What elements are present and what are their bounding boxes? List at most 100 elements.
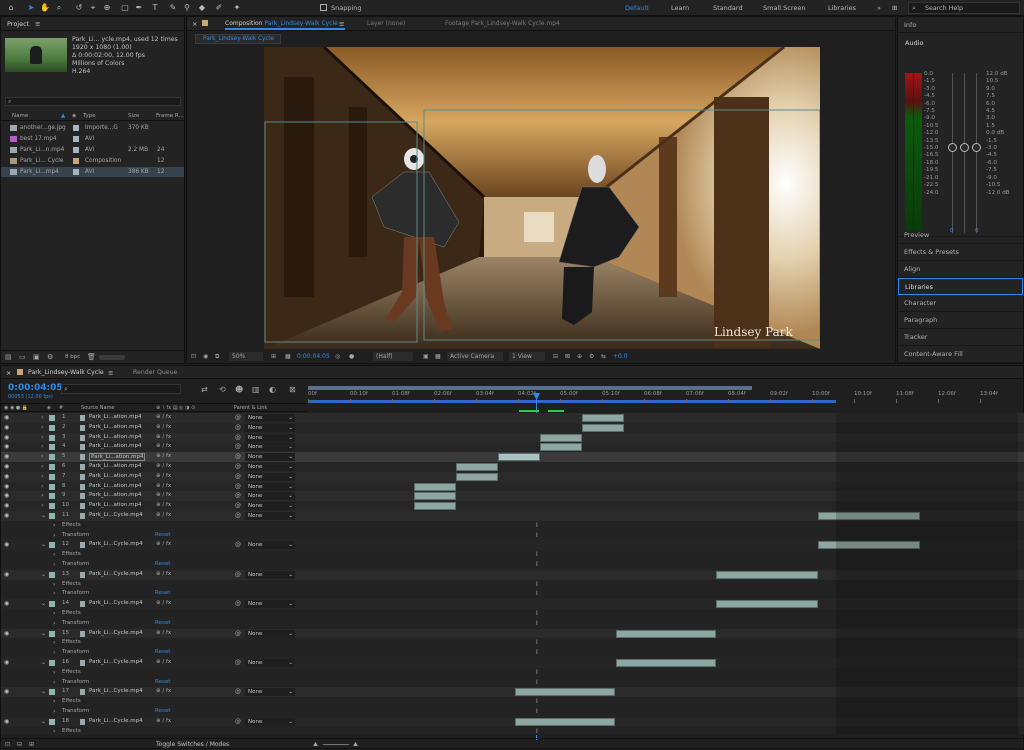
project-item[interactable]: Park_Li...n.mp4 AVI 2.2 MB 24 [1, 145, 184, 155]
layer-property-row[interactable]: › Transform Reset I [1, 648, 1024, 658]
layer-row[interactable]: ◉ › 3 Park_Li...ation.mp4 ⊕ ∕ fx @ None ⌄ [1, 432, 1024, 443]
layer-duration-bar[interactable] [582, 414, 624, 422]
help-search-input[interactable]: ⌕ Search Help [908, 2, 1020, 14]
project-item[interactable]: Park_Li... Cycle Composition 12 [1, 156, 184, 166]
fast-previews-icon[interactable]: ▣ [423, 350, 429, 363]
layer-label-color[interactable] [49, 689, 55, 696]
parent-dropdown[interactable]: None ⌄ [245, 502, 295, 511]
timeline-menu-icon[interactable]: ≡ [108, 369, 113, 377]
layer-row[interactable]: ◉ ⌄ 17 Park_Li...Cycle.mp4 ⊕ ∕ fx @ None ⌄ [1, 687, 1024, 698]
layer-duration-bar[interactable] [716, 600, 818, 609]
layer-label-color[interactable] [49, 513, 55, 519]
layer-name[interactable]: Park_Li...ation.mp4 [89, 453, 146, 462]
transparency-grid-icon[interactable]: ▦ [285, 350, 291, 363]
expand-arrow-icon[interactable]: › [41, 453, 43, 460]
draft-3d-toggle-icon[interactable]: ⟲ [219, 385, 226, 394]
layer-switches-icons[interactable]: ⊕ ∕ fx [156, 571, 171, 577]
visibility-eye-icon[interactable]: ◉ [4, 414, 9, 421]
brush-tool-icon[interactable]: ✎ [168, 2, 178, 13]
layer-name[interactable]: Park_Li...Cycle.mp4 [89, 688, 143, 694]
panel-item-preview[interactable]: Preview [898, 227, 1023, 244]
project-settings-icon[interactable]: ⚙ [47, 353, 53, 361]
expand-arrow-icon[interactable]: › [41, 414, 43, 421]
parent-dropdown[interactable]: None ⌄ [245, 717, 295, 726]
visibility-eye-icon[interactable]: ◉ [4, 483, 9, 490]
expand-arrow-icon[interactable]: › [41, 463, 43, 470]
volume-knob-left[interactable] [948, 143, 957, 152]
layer-property-row[interactable]: › Transform Reset I [1, 589, 1024, 600]
layer-name[interactable]: Park_Li...Cycle.mp4 [89, 541, 143, 547]
visibility-eye-icon[interactable]: ◉ [4, 424, 9, 431]
motion-blur-toggle-icon[interactable]: ◐ [269, 385, 276, 394]
layer-switches-icons[interactable]: ⊕ ∕ fx [156, 463, 171, 469]
visibility-eye-icon[interactable]: ◉ [4, 502, 9, 509]
layer-duration-bar[interactable] [414, 502, 456, 511]
more-workspaces-icon[interactable]: » [877, 4, 881, 12]
layer-name[interactable]: Park_Li...ation.mp4 [89, 434, 141, 440]
expand-arrow-icon[interactable]: › [53, 679, 55, 686]
layer-property-row[interactable]: › Effects I [1, 579, 1024, 590]
parent-dropdown[interactable]: None ⌄ [245, 414, 295, 422]
rotate-tool-icon[interactable]: ↺ [74, 2, 84, 13]
project-item[interactable]: Park_Li...mp4 AVI 386 KB 12 [1, 167, 184, 177]
layer-switches-icons[interactable]: ⊕ ∕ fx [156, 424, 171, 430]
timeline-search-input[interactable]: ⌕ [61, 384, 181, 394]
parent-dropdown[interactable]: None ⌄ [245, 629, 295, 638]
layer-duration-bar[interactable] [540, 433, 582, 442]
parent-dropdown[interactable]: None ⌄ [245, 433, 295, 442]
visibility-eye-icon[interactable]: ◉ [4, 453, 9, 460]
layer-row[interactable]: ◉ › 6 Park_Li...ation.mp4 ⊕ ∕ fx @ None ⌄ [1, 462, 1024, 472]
parent-pickwhip-icon[interactable]: @ [235, 424, 241, 431]
puppet-tool-icon[interactable]: ✦ [232, 2, 242, 13]
toggle-grid-icon[interactable]: ▦ [435, 350, 441, 363]
expand-arrow-icon[interactable]: ⌄ [41, 718, 46, 725]
parent-pickwhip-icon[interactable]: @ [235, 414, 241, 421]
bit-depth-label[interactable]: 8 bpc [65, 354, 80, 360]
shy-layers-icon[interactable]: ☻ [235, 385, 243, 394]
workspace-default[interactable]: Default [625, 4, 649, 12]
layer-row[interactable]: ◉ ⌄ 16 Park_Li...Cycle.mp4 ⊕ ∕ fx @ None ⌄ [1, 658, 1024, 668]
layer-name[interactable]: Park_Li...Cycle.mp4 [89, 512, 143, 518]
transform-reset-link[interactable]: Reset [155, 532, 170, 538]
transform-reset-link[interactable]: Reset [155, 561, 170, 567]
layer-label-color[interactable] [49, 424, 55, 431]
workspace-small-screen[interactable]: Small Screen [763, 4, 805, 12]
expand-transfer-controls-icon[interactable]: ⊟ [17, 739, 22, 750]
timeline-zoom-slider[interactable] [323, 744, 349, 745]
parent-dropdown[interactable]: None ⌄ [245, 423, 295, 432]
layer-duration-bar[interactable] [582, 423, 624, 432]
frame-blending-icon[interactable]: ▥ [252, 385, 260, 394]
layer-property-row[interactable]: › Effects I [1, 667, 1024, 678]
layer-property-row[interactable]: › Effects I [1, 520, 1024, 531]
layer-property-row[interactable]: › Effects I [1, 609, 1024, 619]
parent-dropdown[interactable]: None ⌄ [245, 570, 295, 579]
draft-3d-icon[interactable]: ⊠ [565, 350, 570, 363]
layer-row[interactable]: ◉ › 1 Park_Li...ation.mp4 ⊕ ∕ fx @ None ⌄ [1, 413, 1024, 423]
layer-row[interactable]: ◉ › 4 Park_Li...ation.mp4 ⊕ ∕ fx @ None ⌄ [1, 442, 1024, 453]
layer-label-color[interactable] [49, 601, 55, 608]
expand-arrow-icon[interactable]: › [53, 620, 55, 627]
layer-row[interactable]: ◉ ⌄ 13 Park_Li...Cycle.mp4 ⊕ ∕ fx @ None ⌄ [1, 569, 1024, 580]
layer-name[interactable]: Park_Li...ation.mp4 [89, 463, 141, 469]
visibility-eye-icon[interactable]: ◉ [4, 541, 9, 548]
share-icon[interactable]: ⊞ [892, 4, 897, 12]
visibility-eye-icon[interactable]: ◉ [4, 463, 9, 470]
project-item[interactable]: another...ge.jpg Importe...G 370 KB [1, 123, 184, 133]
close-timeline-icon[interactable]: × [6, 369, 11, 377]
parent-link-column[interactable]: Parent & Link [234, 404, 267, 412]
parent-pickwhip-icon[interactable]: @ [235, 492, 241, 499]
layer-switches-icons[interactable]: ⊕ ∕ fx [156, 453, 171, 459]
visibility-eye-icon[interactable]: ◉ [4, 571, 9, 578]
layer-row[interactable]: ◉ ⌄ 15 Park_Li...Cycle.mp4 ⊕ ∕ fx @ None ⌄ [1, 628, 1024, 639]
layer-label-color[interactable] [49, 473, 55, 480]
eraser-tool-icon[interactable]: ◆ [197, 2, 207, 13]
selection-tool-icon[interactable]: ➤ [26, 2, 36, 13]
viewer-timecode[interactable]: 0:00:04:05 [297, 350, 330, 363]
expand-arrow-icon[interactable]: ⌄ [41, 630, 46, 637]
parent-pickwhip-icon[interactable]: @ [235, 443, 241, 450]
composition-canvas[interactable]: Lindsey Park [264, 47, 820, 349]
layer-switches-icons[interactable]: ⊕ ∕ fx [156, 512, 171, 518]
zoom-in-icon[interactable]: ⛰ [353, 739, 358, 750]
layer-switches-icons[interactable]: ⊕ ∕ fx [156, 688, 171, 694]
expand-arrow-icon[interactable]: › [53, 551, 55, 558]
